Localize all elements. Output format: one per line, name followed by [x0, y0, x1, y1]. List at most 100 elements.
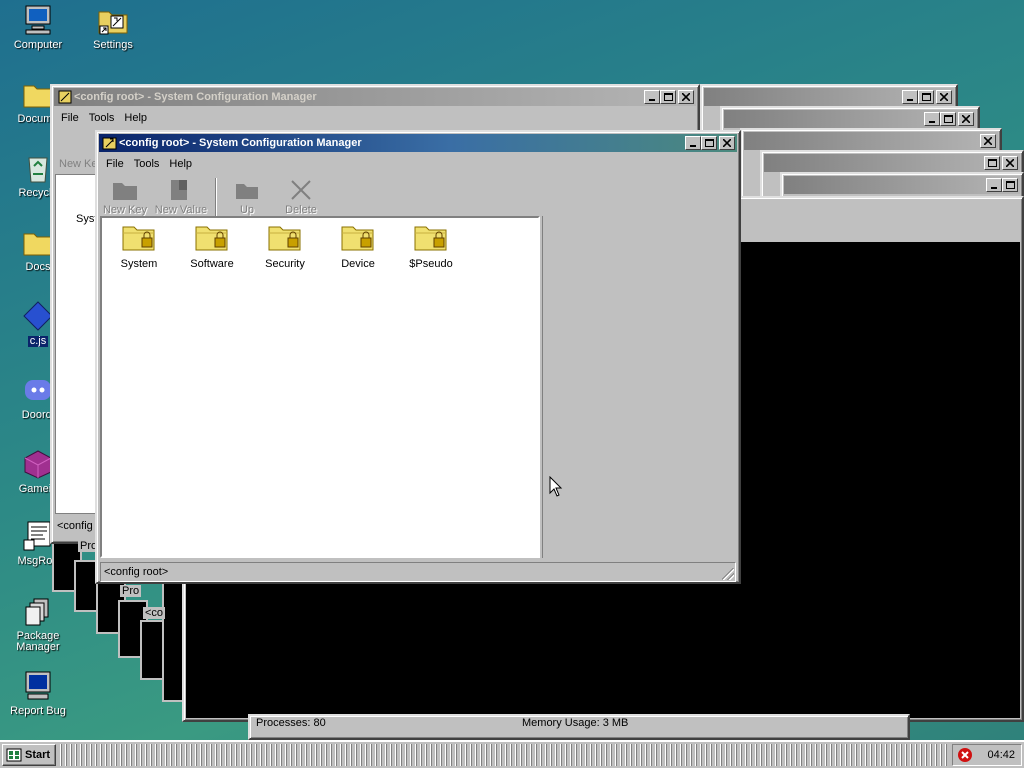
stacked-titlebar[interactable]: [704, 88, 954, 106]
folder-label: Software: [190, 258, 234, 270]
window-controls: [986, 178, 1018, 192]
desktop-icon-package-manager[interactable]: Package Manager: [0, 596, 76, 653]
folder-software[interactable]: Software: [177, 222, 247, 270]
close-button[interactable]: [980, 134, 996, 148]
new-value-label: New Value: [154, 204, 208, 216]
maximize-button[interactable]: [940, 112, 956, 126]
key-list-pane[interactable]: System Software Security Device $Pseudo: [100, 216, 540, 558]
desktop-icon-label: Computer: [13, 39, 63, 51]
desktop-icon-label: Docs: [25, 261, 51, 273]
close-button[interactable]: [719, 136, 735, 150]
window-title: <config root> - System Configuration Man…: [119, 137, 362, 149]
task-manager-strip[interactable]: Processes: 80 Memory Usage: 3 MB: [248, 714, 910, 740]
maximize-button[interactable]: [918, 90, 934, 104]
package-icon: [22, 596, 54, 628]
window-title: <config root> - System Configuration Man…: [74, 91, 317, 103]
close-button[interactable]: [958, 112, 974, 126]
resize-grip[interactable]: [722, 568, 734, 580]
status-text: <config root>: [104, 566, 169, 578]
system-tray: 04:42: [952, 744, 1022, 766]
folder-icon: [111, 178, 139, 202]
menu-help[interactable]: Help: [119, 112, 152, 124]
config-manager-icon: [102, 137, 117, 150]
folder-label: $Pseudo: [409, 258, 453, 270]
monitor-icon: [22, 670, 54, 702]
folder-device[interactable]: Device: [323, 222, 393, 270]
menu-file[interactable]: File: [101, 158, 129, 170]
config-manager-icon: [58, 90, 72, 104]
menu-help[interactable]: Help: [164, 158, 197, 170]
minimize-button[interactable]: [685, 136, 701, 150]
value-pane[interactable]: [542, 216, 736, 558]
new-key-label: New Key: [102, 204, 148, 216]
folder-security[interactable]: Security: [250, 222, 320, 270]
menu-file[interactable]: File: [56, 112, 84, 124]
desktop-icon-computer[interactable]: Computer: [0, 4, 76, 51]
desktop: Computer Settings Docume Recycle Docs c.…: [0, 0, 1024, 740]
desktop-icon-settings[interactable]: Settings: [75, 4, 151, 51]
menubar: File Tools Help: [52, 108, 698, 128]
toolbar-separator: [215, 178, 217, 216]
minimize-button[interactable]: [924, 112, 940, 126]
up-label: Up: [239, 204, 255, 216]
menu-tools[interactable]: Tools: [84, 112, 120, 124]
desktop-icon-report-bug[interactable]: Report Bug: [0, 670, 76, 717]
desktop-icon-label: Package Manager: [16, 630, 60, 653]
config-manager-window[interactable]: <config root> - System Configuration Man…: [95, 130, 741, 584]
minimize-button[interactable]: [986, 178, 1002, 192]
close-button[interactable]: [936, 90, 952, 104]
stacked-titlebar[interactable]: [724, 110, 976, 128]
delete-button[interactable]: Delete: [273, 178, 329, 216]
locked-folder-icon: [268, 222, 302, 252]
folder-label: System: [120, 258, 158, 270]
stacked-titlebar[interactable]: [764, 154, 1020, 172]
task-buttons-strip[interactable]: [60, 744, 948, 766]
menubar: File Tools Help: [97, 154, 739, 174]
close-button[interactable]: [1002, 156, 1018, 170]
background-status: <config: [57, 520, 93, 532]
delete-label: Delete: [285, 204, 317, 216]
maximize-button[interactable]: [701, 136, 717, 150]
folder-system[interactable]: System: [104, 222, 174, 270]
locked-folder-icon: [122, 222, 156, 252]
close-button[interactable]: [678, 90, 694, 104]
proc-label-2: Pro: [120, 585, 142, 597]
clock: 04:42: [987, 749, 1015, 761]
taskbar: Start 04:42: [0, 740, 1024, 768]
up-button[interactable]: Up: [219, 178, 275, 216]
menu-tools[interactable]: Tools: [129, 158, 165, 170]
locked-folder-icon: [341, 222, 375, 252]
window-controls: [644, 90, 694, 104]
desktop-icon-label: c.js: [27, 335, 49, 347]
minimize-button[interactable]: [902, 90, 918, 104]
panes: System Software Security Device $Pseudo: [100, 216, 736, 558]
folder-up-icon: [233, 178, 261, 202]
background-titlebar[interactable]: <config root> - System Configuration Man…: [54, 88, 696, 106]
stacked-titlebar[interactable]: [784, 176, 1020, 194]
locked-folder-icon: [195, 222, 229, 252]
locked-folder-icon: [414, 222, 448, 252]
new-value-button[interactable]: New Value: [153, 178, 209, 216]
desktop-icon-label: Report Bug: [10, 705, 66, 717]
folder-pseudo[interactable]: $Pseudo: [396, 222, 466, 270]
delete-icon: [287, 178, 315, 202]
status-bar: <config root>: [100, 562, 736, 582]
stacked-titlebar[interactable]: [744, 132, 998, 150]
start-button[interactable]: Start: [2, 744, 57, 766]
active-titlebar[interactable]: <config root> - System Configuration Man…: [99, 134, 737, 152]
window-controls: [924, 112, 974, 126]
minimize-button[interactable]: [644, 90, 660, 104]
new-key-button[interactable]: New Key: [97, 178, 153, 216]
config-label-fragment: <co: [143, 607, 166, 619]
maximize-button[interactable]: [1002, 178, 1018, 192]
error-icon[interactable]: [957, 747, 973, 763]
folder-label: Security: [265, 258, 305, 270]
mouse-cursor-icon: [549, 476, 563, 497]
toolbar-new-key-partial: New Ke: [59, 158, 98, 170]
computer-icon: [22, 4, 54, 36]
maximize-button[interactable]: [984, 156, 1000, 170]
maximize-button[interactable]: [660, 90, 676, 104]
toolbar: New Key New Value Up Delete: [97, 174, 739, 220]
document-icon: [167, 178, 195, 202]
window-controls: [978, 134, 996, 148]
